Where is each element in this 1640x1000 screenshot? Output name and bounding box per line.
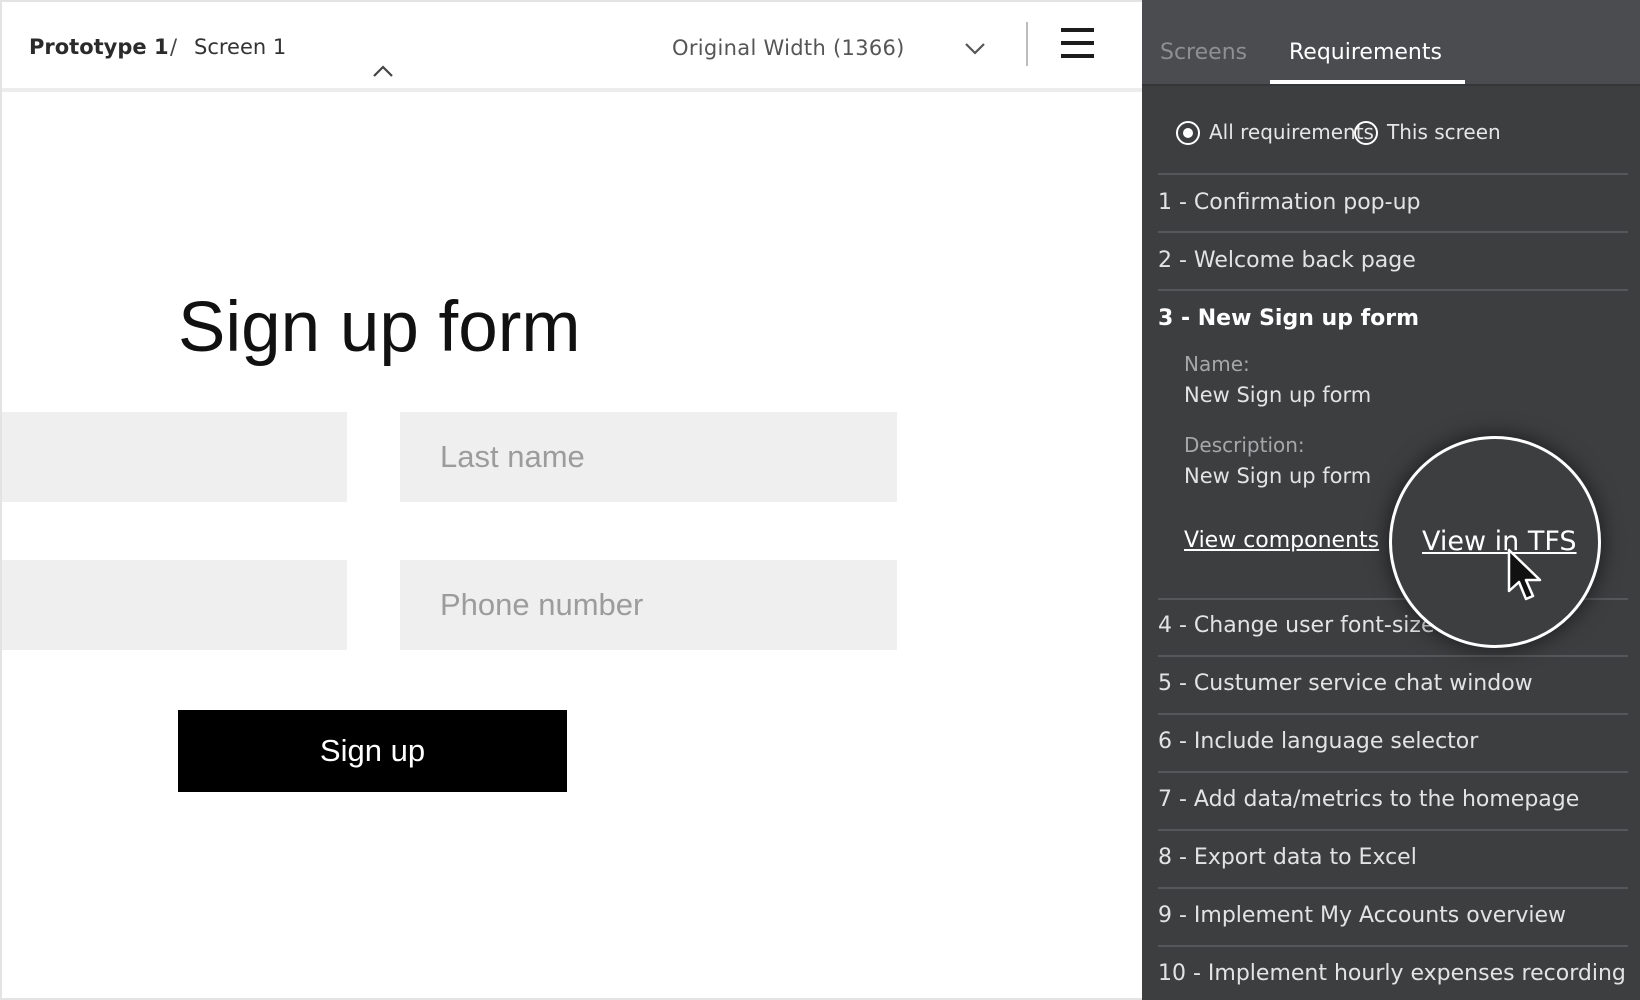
last-name-field[interactable] <box>400 412 897 502</box>
list-divider <box>1158 771 1628 773</box>
list-divider <box>1158 887 1628 889</box>
requirement-item[interactable]: 6 - Include language selector <box>1158 729 1478 754</box>
detail-name-label: Name: <box>1184 352 1250 376</box>
requirement-item[interactable]: 7 - Add data/metrics to the homepage <box>1158 787 1579 812</box>
requirement-item[interactable]: 1 - Confirmation pop-up <box>1158 190 1421 215</box>
breadcrumb-project[interactable]: Prototype 1 <box>29 35 169 59</box>
requirement-item[interactable]: 2 - Welcome back page <box>1158 248 1416 273</box>
top-toolbar: Prototype 1 / Screen 1 Original Width (1… <box>2 2 1142 92</box>
prototype-preview: Prototype 1 / Screen 1 Original Width (1… <box>0 0 1142 1000</box>
signup-button[interactable]: Sign up <box>178 710 567 792</box>
requirement-item[interactable]: 4 - Change user font-size <box>1158 613 1435 638</box>
requirement-item[interactable]: 9 - Implement My Accounts overview <box>1158 903 1566 928</box>
email-field[interactable] <box>2 560 347 650</box>
radio-unchecked-icon <box>1354 121 1378 145</box>
phone-number-field[interactable] <box>400 560 897 650</box>
first-name-field[interactable] <box>2 412 347 502</box>
detail-description-value: New Sign up form <box>1184 464 1372 488</box>
width-select[interactable]: Original Width (1366) <box>670 20 1000 76</box>
requirement-item-selected[interactable]: 3 - New Sign up form <box>1158 306 1419 331</box>
radio-checked-icon <box>1176 121 1200 145</box>
tab-requirements[interactable]: Requirements <box>1289 40 1442 65</box>
list-divider <box>1158 713 1628 715</box>
filter-this-screen-radio[interactable]: This screen <box>1354 118 1514 148</box>
requirement-item[interactable]: 10 - Implement hourly expenses recording <box>1158 961 1626 986</box>
mouse-cursor-icon <box>1507 548 1542 601</box>
chevron-down-icon <box>965 43 985 55</box>
list-divider <box>1158 945 1628 947</box>
hamburger-icon[interactable] <box>1061 28 1094 58</box>
filter-all-requirements-label: All requirements <box>1209 120 1374 144</box>
width-select-value: Original Width (1366) <box>672 36 905 60</box>
detail-name-value: New Sign up form <box>1184 383 1372 407</box>
magnifier-lens: View in TFS <box>1389 436 1601 648</box>
breadcrumb-separator: / <box>170 35 178 59</box>
requirement-item[interactable]: 5 - Custumer service chat window <box>1158 671 1533 696</box>
breadcrumb-screen[interactable]: Screen 1 <box>194 35 286 59</box>
view-in-tfs-link[interactable]: View in TFS <box>1422 526 1577 557</box>
requirements-panel: Screens Requirements All requirements Th… <box>1142 0 1640 1000</box>
tab-screens[interactable]: Screens <box>1160 40 1247 65</box>
list-divider <box>1158 829 1628 831</box>
requirement-item[interactable]: 8 - Export data to Excel <box>1158 845 1417 870</box>
form-title: Sign up form <box>178 288 581 367</box>
chevron-up-icon[interactable] <box>372 64 394 78</box>
list-divider <box>1158 655 1628 657</box>
active-tab-indicator <box>1270 80 1465 84</box>
toolbar-divider <box>1026 22 1028 66</box>
panel-tab-bar: Screens Requirements <box>1142 0 1640 86</box>
filter-this-screen-label: This screen <box>1387 120 1501 144</box>
view-components-link[interactable]: View components <box>1184 528 1379 553</box>
detail-description-label: Description: <box>1184 433 1305 457</box>
list-divider <box>1158 289 1628 291</box>
list-divider <box>1158 173 1628 175</box>
list-divider <box>1158 231 1628 233</box>
